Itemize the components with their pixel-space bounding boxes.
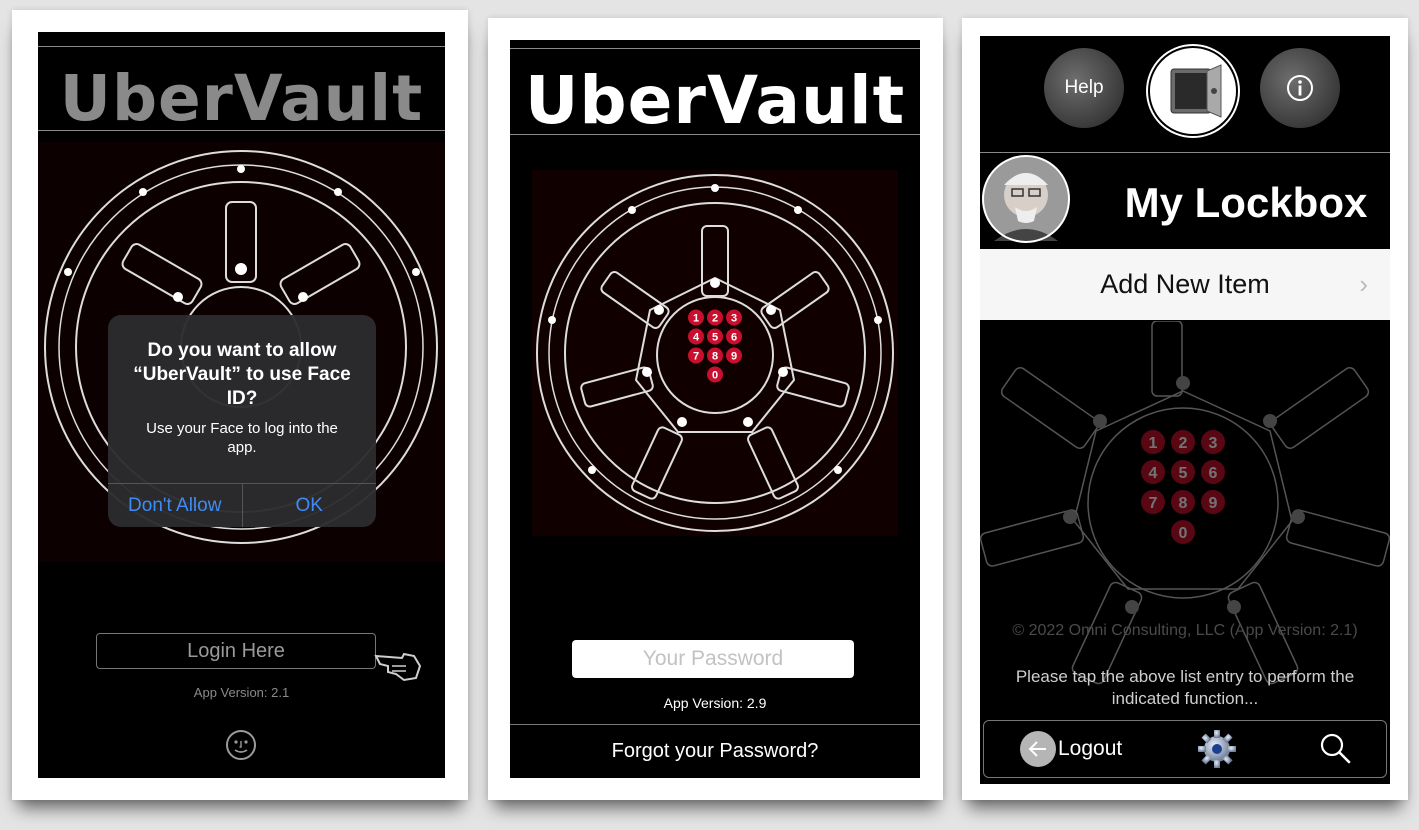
screenshot-card-lockbox: Help My Lockbox Add New Item › 1 2 3 4 5… — [962, 18, 1408, 800]
dialog-message: Use your Face to log into the app. — [146, 420, 338, 456]
add-new-item-row[interactable]: Add New Item › — [980, 249, 1390, 320]
help-label: Help — [1064, 77, 1104, 98]
keypad-digit: 7 — [693, 350, 699, 362]
keypad-digit: 0 — [712, 369, 718, 381]
keypad-digit: 8 — [712, 350, 718, 362]
add-new-item-label: Add New Item — [1100, 269, 1270, 299]
gear-icon[interactable] — [1196, 728, 1238, 770]
info-icon — [1287, 75, 1313, 101]
keypad: 1 2 3 4 5 6 7 8 9 0 — [1141, 430, 1225, 544]
app-logo: UberVault — [59, 62, 424, 135]
user-avatar — [982, 155, 1070, 243]
keypad-digit: 3 — [1209, 435, 1218, 452]
search-icon[interactable] — [1318, 731, 1354, 767]
vault-door-graphic: 1 2 3 4 5 6 7 8 9 0 — [532, 170, 898, 536]
dialog-buttons: Don't Allow OK — [108, 483, 376, 527]
vault-safe-icon — [1170, 64, 1222, 118]
keypad-digit: 4 — [693, 331, 700, 343]
phone-screen-login: UberVault 1 2 3 4 5 6 7 8 9 0 App Versio… — [510, 40, 920, 778]
divider — [510, 134, 920, 135]
chevron-right-icon: › — [1359, 269, 1368, 299]
divider — [510, 48, 920, 49]
keypad-digit: 1 — [693, 312, 699, 324]
vault-background-graphic: 1 2 3 4 5 6 7 8 9 0 — [980, 321, 1390, 685]
face-id-icon[interactable] — [225, 729, 257, 761]
back-arrow-icon — [1020, 731, 1056, 767]
screenshot-card-face-id: UberVault Do you want to allow “UberVaul — [12, 10, 468, 800]
logout-button[interactable]: Logout — [1020, 731, 1122, 767]
keypad-digit: 9 — [1209, 495, 1218, 512]
keypad-digit: 4 — [1149, 465, 1158, 482]
divider — [38, 46, 445, 47]
screenshot-card-login: UberVault 1 2 3 4 5 6 7 8 9 0 App Versio… — [488, 18, 943, 800]
keypad-digit: 2 — [712, 312, 718, 324]
bottom-toolbar: Logout — [983, 720, 1387, 778]
phone-screen-lockbox: Help My Lockbox Add New Item › 1 2 3 4 5… — [980, 36, 1390, 784]
face-id-permission-dialog: Do you want to allow “UberVault” to use … — [108, 315, 376, 527]
keypad-digit: 2 — [1179, 435, 1188, 452]
keypad-digit: 8 — [1179, 495, 1188, 512]
keypad-digit: 9 — [731, 350, 737, 362]
logout-label: Logout — [1058, 737, 1123, 760]
copyright-text: © 2022 Omni Consulting, LLC (App Version… — [1012, 622, 1358, 639]
page-title: My Lockbox — [1124, 179, 1368, 226]
divider — [38, 130, 445, 131]
ok-button[interactable]: OK — [243, 484, 377, 527]
help-button[interactable]: Help — [1044, 48, 1124, 128]
keypad-digit: 1 — [1149, 435, 1158, 452]
keypad-digit: 6 — [1209, 465, 1218, 482]
app-version: App Version: 2.9 — [663, 695, 767, 711]
lockbox-header: My Lockbox — [980, 152, 1390, 250]
info-button[interactable] — [1260, 48, 1340, 128]
dialog-title: Do you want to allow “UberVault” to use … — [133, 340, 351, 409]
app-version: App Version: 2.1 — [193, 685, 290, 700]
instruction-text: Please tap the above list entry to perfo… — [1015, 667, 1355, 708]
app-logo: UberVault — [524, 62, 906, 139]
pointing-hand-icon — [374, 652, 422, 682]
vault-home-button[interactable] — [1148, 46, 1238, 136]
keypad-digit: 3 — [731, 312, 737, 324]
keypad-digit: 0 — [1179, 525, 1188, 542]
login-here-button[interactable]: Login Here — [96, 633, 376, 669]
password-field[interactable] — [572, 640, 854, 678]
keypad-digit: 7 — [1149, 495, 1158, 512]
forgot-password-link[interactable]: Forgot your Password? — [510, 724, 920, 778]
phone-screen-face-id: UberVault Do you want to allow “UberVaul — [38, 32, 445, 778]
keypad-digit: 6 — [731, 331, 737, 343]
dont-allow-button[interactable]: Don't Allow — [108, 484, 243, 527]
keypad-digit: 5 — [712, 331, 718, 343]
keypad-digit: 5 — [1179, 465, 1188, 482]
